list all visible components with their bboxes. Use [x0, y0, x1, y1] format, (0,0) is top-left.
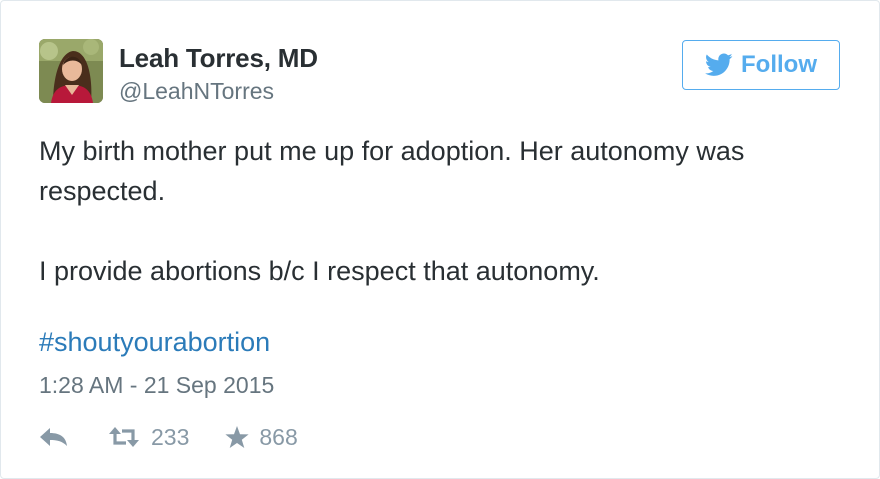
retweet-icon	[107, 426, 141, 448]
tweet-line: My birth mother put me up for adoption. …	[39, 136, 745, 166]
author-handle[interactable]: @LeahNTorres	[119, 78, 274, 105]
tweet-card: Leah Torres, MD @LeahNTorres Follow My b…	[0, 0, 880, 479]
avatar-image	[39, 39, 103, 103]
tweet-timestamp[interactable]: 1:28 AM - 21 Sep 2015	[39, 372, 274, 399]
tweet-actions: 233 868	[39, 421, 298, 453]
follow-button[interactable]: Follow	[682, 40, 840, 90]
favorite-button[interactable]: 868	[225, 423, 298, 451]
favorite-count: 868	[259, 423, 298, 450]
twitter-bird-icon	[705, 53, 733, 77]
tweet-line: I provide abortions b/c I respect that a…	[39, 256, 600, 286]
tweet-text: My birth mother put me up for adoption. …	[39, 131, 839, 291]
star-icon	[225, 425, 249, 449]
tweet-line: respected.	[39, 176, 166, 206]
retweet-button[interactable]: 233	[107, 424, 189, 451]
hashtag-link[interactable]: #shoutyourabortion	[39, 327, 270, 358]
retweet-count: 233	[151, 423, 190, 450]
avatar[interactable]	[39, 39, 103, 103]
follow-label: Follow	[741, 51, 817, 78]
author-name[interactable]: Leah Torres, MD	[119, 43, 318, 74]
reply-button[interactable]	[39, 426, 69, 448]
reply-icon	[39, 426, 69, 448]
